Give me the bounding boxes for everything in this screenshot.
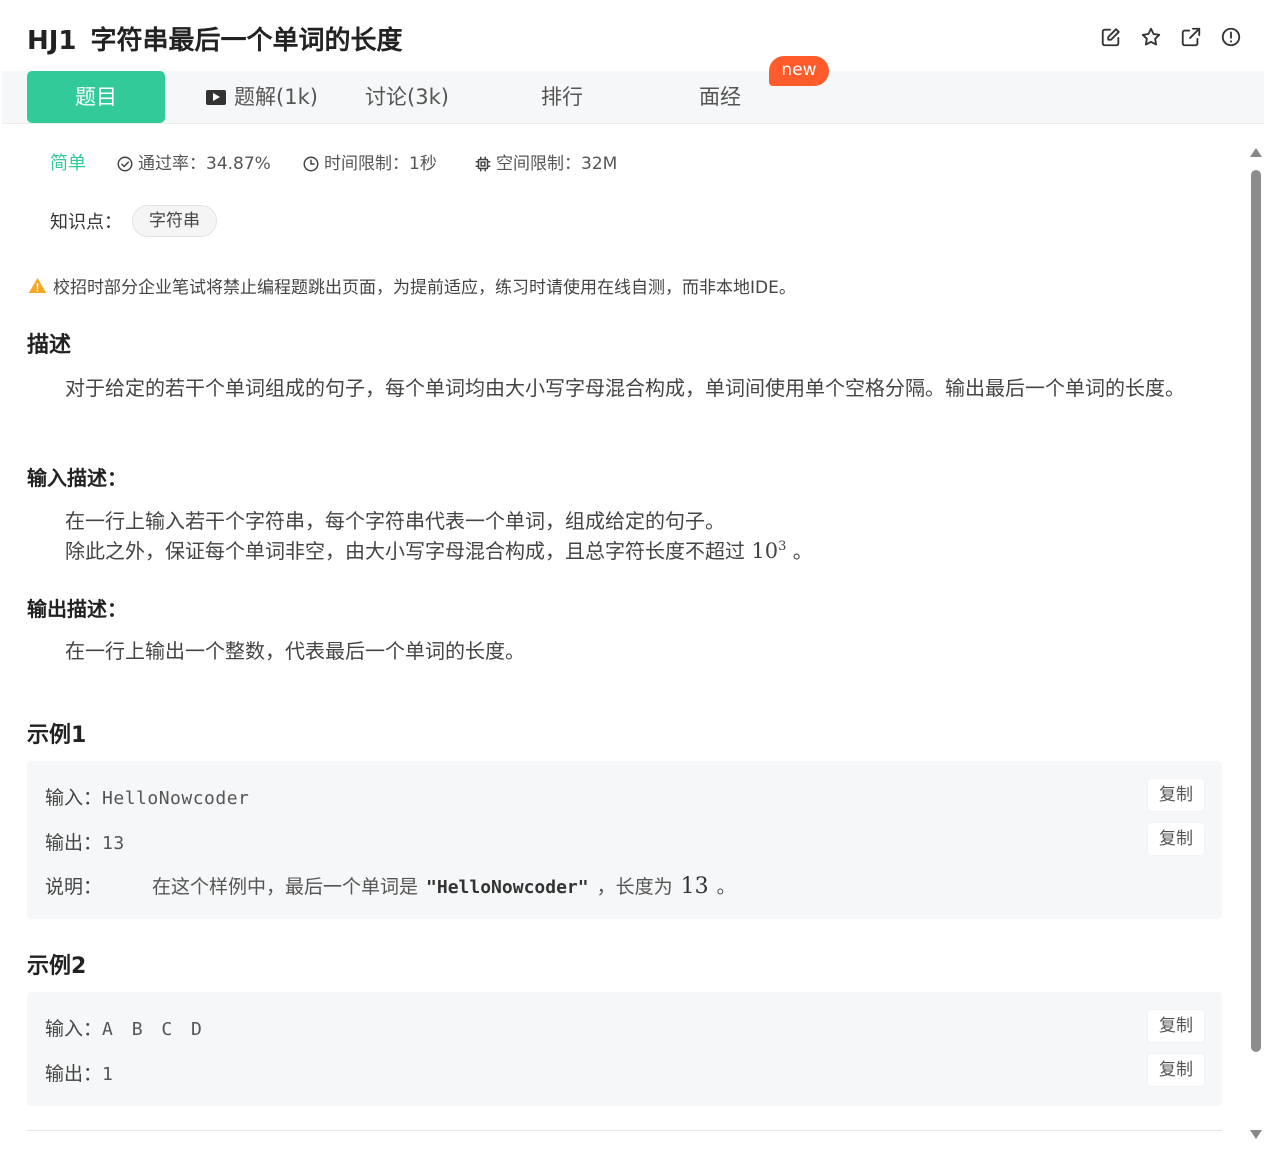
warning-icon <box>28 277 47 294</box>
copy-input-button[interactable]: 复制 <box>1148 1010 1204 1042</box>
input-desc-line2: 除此之外，保证每个单词非空，由大小写字母混合构成，且总字符长度不超过 103 。 <box>65 539 813 563</box>
tab-solutions[interactable]: 题解(1k) <box>192 71 332 123</box>
page-title: HJ1 字符串最后一个单词的长度 <box>27 20 403 57</box>
tab-discussion[interactable]: 讨论(3k) <box>342 71 472 123</box>
description-text: 对于给定的若干个单词组成的句子，每个单词均由大小写字母混合构成，单词间使用单个空… <box>65 376 1185 400</box>
time-limit: 时间限制：1秒 <box>302 150 437 178</box>
copy-input-button[interactable]: 复制 <box>1148 779 1204 811</box>
star-icon[interactable] <box>1140 26 1162 48</box>
example1-explain: 在这个样例中，最后一个单词是 "HelloNowcoder" ，长度为 13。 <box>152 874 736 899</box>
info-icon[interactable] <box>1220 26 1242 48</box>
external-link-icon[interactable] <box>1180 26 1202 48</box>
input-desc-heading: 输入描述： <box>27 466 127 490</box>
scroll-thumb[interactable] <box>1251 170 1261 1052</box>
copy-output-button[interactable]: 复制 <box>1148 1054 1204 1086</box>
pass-rate: 通过率：34.87% <box>116 150 271 178</box>
copy-output-button[interactable]: 复制 <box>1148 823 1204 855</box>
edit-icon[interactable] <box>1100 26 1122 48</box>
difficulty-label: 简单 <box>50 153 86 174</box>
example2-box: 输入： A B C D 复制 输出： 1 复制 <box>27 992 1222 1106</box>
example1-input-row: 输入： HelloNowcoder <box>45 787 250 809</box>
example2-output: 1 <box>102 1064 114 1085</box>
scroll-up-arrow-icon[interactable] <box>1250 148 1262 157</box>
output-desc-heading: 输出描述： <box>27 597 127 621</box>
notice-banner: 校招时部分企业笔试将禁止编程题跳出页面，为提前适应，练习时请使用在线自测，而非本… <box>28 273 796 298</box>
example1-box: 输入： HelloNowcoder 复制 输出： 13 复制 说明： 在这个样例… <box>27 761 1222 919</box>
clock-icon <box>303 156 319 172</box>
divider <box>27 1130 1222 1131</box>
problem-code: HJ1 <box>27 26 77 56</box>
example1-input: HelloNowcoder <box>102 788 250 809</box>
description-heading: 描述 <box>27 333 72 358</box>
example2-input: A B C D <box>102 1019 206 1040</box>
example1-heading: 示例1 <box>27 723 87 748</box>
tab-problem[interactable]: 题目 <box>27 71 165 123</box>
math-expression: 103 <box>751 539 787 563</box>
chip-icon <box>475 156 491 172</box>
example1-output: 13 <box>102 833 125 854</box>
video-icon <box>206 90 227 105</box>
input-desc-line1: 在一行上输入若干个字符串，每个字符串代表一个单词，组成给定的句子。 <box>65 509 725 533</box>
tab-interview[interactable]: 面经 <box>670 71 770 123</box>
scroll-down-arrow-icon[interactable] <box>1250 1130 1262 1139</box>
new-badge: new <box>769 56 829 86</box>
knowledge-tag[interactable]: 字符串 <box>132 205 217 237</box>
example2-input-row: 输入： A B C D <box>45 1018 206 1040</box>
header-actions <box>1100 26 1242 48</box>
output-desc-line1: 在一行上输出一个整数，代表最后一个单词的长度。 <box>65 639 525 663</box>
example1-output-row: 输出： 13 <box>45 832 125 854</box>
scrollbar[interactable] <box>1248 145 1264 1145</box>
problem-title: 字符串最后一个单词的长度 <box>90 26 403 56</box>
example2-heading: 示例2 <box>27 954 87 979</box>
header: HJ1 字符串最后一个单词的长度 <box>0 0 1264 72</box>
check-circle-icon <box>117 156 133 172</box>
knowledge-label: 知识点： <box>50 212 122 233</box>
space-limit: 空间限制：32M <box>474 150 617 178</box>
tab-bar: 题目 题解(1k) 讨论(3k) 排行 面经 <box>2 71 1264 124</box>
knowledge-points: 知识点： 字符串 <box>50 205 217 237</box>
example2-output-row: 输出： 1 <box>45 1063 114 1085</box>
example1-explain-row: 说明： 在这个样例中，最后一个单词是 "HelloNowcoder" ，长度为 13。 <box>45 874 736 899</box>
tab-ranking[interactable]: 排行 <box>512 71 612 123</box>
